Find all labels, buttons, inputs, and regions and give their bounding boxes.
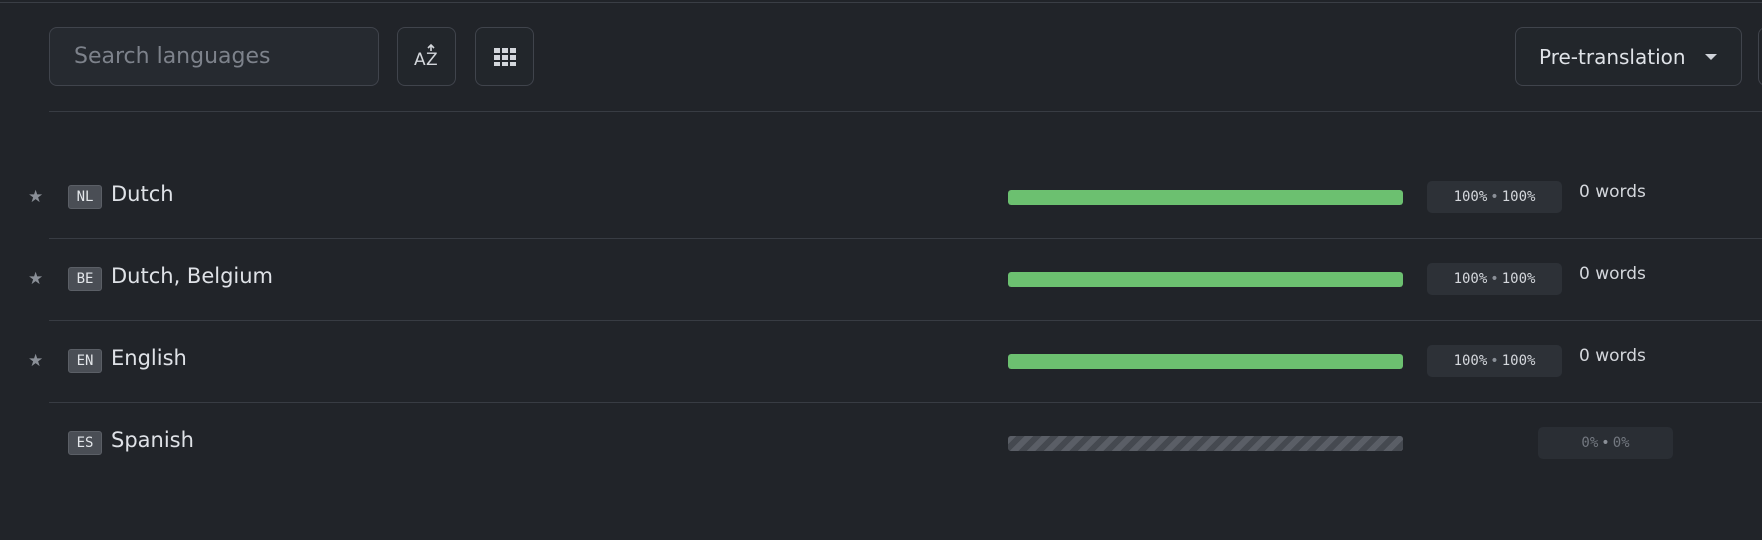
stat-separator: • — [1490, 189, 1499, 205]
header-divider — [49, 111, 1762, 112]
stat-approved: 100% — [1501, 271, 1536, 287]
progress-stats: 0% • 0% — [1538, 427, 1673, 459]
language-row-en[interactable]: ★ EN English 100% • 100% 0 words — [0, 321, 1762, 403]
progress-bar — [1008, 436, 1403, 451]
word-count: 0 words — [1579, 182, 1646, 202]
star-icon[interactable]: ★ — [28, 271, 43, 288]
stat-separator: • — [1601, 435, 1610, 451]
stat-separator: • — [1490, 271, 1499, 287]
word-count: 0 words — [1579, 264, 1646, 284]
language-list-page: A Z Pre-translation ★ NL Dutch — [0, 0, 1762, 540]
language-name[interactable]: English — [111, 346, 187, 370]
stat-approved: 100% — [1501, 353, 1536, 369]
language-name[interactable]: Dutch, Belgium — [111, 264, 273, 288]
sort-button[interactable]: A Z — [397, 27, 456, 86]
language-row-es[interactable]: ES Spanish 0% • 0% — [0, 403, 1762, 485]
language-name[interactable]: Spanish — [111, 428, 194, 452]
stat-translated: 0% — [1581, 435, 1599, 451]
language-row-be[interactable]: ★ BE Dutch, Belgium 100% • 100% 0 words — [0, 239, 1762, 321]
word-count: 0 words — [1579, 346, 1646, 366]
language-code-badge: BE — [68, 267, 102, 291]
grid-view-icon — [493, 47, 516, 66]
chevron-down-icon — [1705, 54, 1717, 60]
stat-approved: 0% — [1612, 435, 1630, 451]
language-code-badge: ES — [68, 431, 102, 455]
progress-bar — [1008, 190, 1403, 205]
language-row-nl[interactable]: ★ NL Dutch 100% • 100% 0 words — [0, 157, 1762, 239]
stat-translated: 100% — [1453, 271, 1488, 287]
progress-bar — [1008, 354, 1403, 369]
sort-az-icon: A Z — [414, 43, 438, 70]
progress-bar-empty — [1008, 436, 1403, 451]
dropdown-label: Pre-translation — [1539, 44, 1686, 69]
grid-view-button[interactable] — [475, 27, 534, 86]
svg-text:A: A — [414, 50, 426, 70]
overflow-button-edge[interactable] — [1758, 27, 1762, 86]
svg-text:Z: Z — [426, 50, 438, 70]
search-input[interactable] — [49, 27, 379, 86]
progress-stats: 100% • 100% — [1427, 263, 1562, 295]
star-icon[interactable]: ★ — [28, 189, 43, 206]
stat-separator: • — [1490, 353, 1499, 369]
pre-translation-dropdown[interactable]: Pre-translation — [1515, 27, 1742, 86]
language-code-badge: NL — [68, 185, 102, 209]
stat-translated: 100% — [1453, 189, 1488, 205]
progress-bar-fill — [1008, 272, 1403, 287]
progress-stats: 100% • 100% — [1427, 181, 1562, 213]
progress-stats: 100% • 100% — [1427, 345, 1562, 377]
stat-translated: 100% — [1453, 353, 1488, 369]
top-border — [0, 2, 1762, 3]
language-name[interactable]: Dutch — [111, 182, 174, 206]
star-icon[interactable]: ★ — [28, 353, 43, 370]
progress-bar — [1008, 272, 1403, 287]
progress-bar-fill — [1008, 354, 1403, 369]
progress-bar-fill — [1008, 190, 1403, 205]
stat-approved: 100% — [1501, 189, 1536, 205]
language-code-badge: EN — [68, 349, 102, 373]
